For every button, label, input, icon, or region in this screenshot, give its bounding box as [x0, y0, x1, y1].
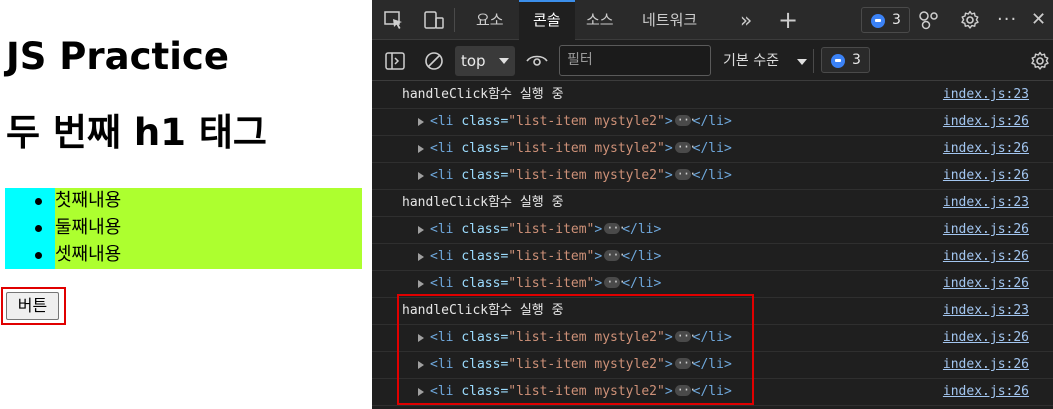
bullet-icon [35, 198, 42, 205]
expand-triangle-icon[interactable] [418, 172, 424, 180]
issues-badge[interactable]: 3 [861, 7, 910, 33]
element-class-value: "list-item mystyle2" [508, 168, 665, 183]
source-link[interactable]: index.js:26 [943, 244, 1029, 270]
list-item-text: 첫째내용 [55, 190, 122, 211]
console-element-node[interactable]: <li class="list-item mystyle2"></li> [430, 107, 732, 135]
console-settings-gear-icon[interactable] [1030, 51, 1050, 71]
page-heading-1: JS Practice [6, 35, 229, 78]
source-link[interactable]: index.js:26 [943, 379, 1029, 405]
list-item: 첫째내용 [5, 188, 362, 215]
filter-issues-count: 3 [852, 52, 861, 68]
element-class-value: "list-item mystyle2" [508, 141, 665, 156]
expand-triangle-icon[interactable] [418, 280, 424, 288]
chevron-down-icon [499, 58, 509, 64]
tab-sources[interactable]: 소스 [586, 0, 614, 40]
source-link[interactable]: index.js:26 [943, 217, 1029, 243]
context-select-value: top [461, 52, 486, 70]
console-log-message: handleClick함수 실행 중 [402, 195, 564, 210]
source-link[interactable]: index.js:23 [943, 82, 1029, 108]
console-element-node[interactable]: <li class="list-item"></li> [430, 242, 661, 270]
console-element-row: <li class="list-item mystyle2"></li> inde… [372, 161, 1053, 190]
devtools-tabbar: 요소 콘솔 소스 네트워크 » + 3 ··· ✕ [372, 0, 1053, 40]
element-class-value: "list-item" [508, 249, 595, 264]
collapsed-children-icon[interactable] [674, 134, 695, 160]
add-tab-icon[interactable]: + [778, 0, 798, 40]
more-tabs-icon[interactable]: » [740, 0, 752, 40]
filter-input[interactable]: 필터 [559, 45, 711, 76]
console-element-row: <li class="list-item"></li> index.js:26 [372, 215, 1053, 244]
expand-triangle-icon[interactable] [418, 253, 424, 261]
tab-network[interactable]: 네트워크 [642, 0, 697, 40]
console-log-row: handleClick함수 실행 중 index.js:23 [372, 82, 1053, 109]
console-filter-bar: top 필터 기본 수준 3 [372, 41, 1053, 81]
log-level-label: 기본 수준 [723, 53, 779, 69]
collapsed-children-icon[interactable] [674, 107, 695, 133]
clear-console-icon[interactable] [424, 51, 444, 71]
list-item-text: 둘째내용 [55, 217, 122, 238]
console-element-node[interactable]: <li class="list-item mystyle2"></li> [430, 134, 732, 162]
performance-insights-icon[interactable] [918, 10, 940, 30]
tab-elements[interactable]: 요소 [476, 0, 504, 40]
bullet-icon [35, 252, 42, 259]
console-log-row: handleClick함수 실행 중 index.js:23 [372, 190, 1053, 217]
element-class-value: "list-item mystyle2" [508, 114, 665, 129]
list-item: 둘째내용 [5, 215, 362, 242]
device-emulation-icon[interactable] [424, 10, 444, 30]
source-link[interactable]: index.js:26 [943, 325, 1029, 351]
element-class-value: "list-item" [508, 276, 595, 291]
collapsed-children-icon[interactable] [604, 242, 625, 268]
tab-console[interactable]: 콘솔 [519, 0, 575, 40]
collapsed-children-icon[interactable] [604, 269, 625, 295]
collapsed-children-icon[interactable] [674, 161, 695, 187]
page-button[interactable]: 버튼 [6, 292, 59, 320]
more-options-icon[interactable]: ··· [997, 0, 1017, 40]
expand-triangle-icon[interactable] [418, 145, 424, 153]
button-highlight-box: 버튼 [1, 287, 66, 325]
source-link[interactable]: index.js:26 [943, 109, 1029, 135]
log-level-select[interactable]: 기본 수준 [723, 41, 807, 81]
inspect-element-icon[interactable] [384, 11, 404, 30]
list-item-text: 셋째내용 [55, 244, 122, 265]
expand-triangle-icon[interactable] [418, 226, 424, 234]
source-link[interactable]: index.js:26 [943, 136, 1029, 162]
source-link[interactable]: index.js:23 [943, 298, 1029, 324]
console-element-row: <li class="list-item"></li> index.js:26 [372, 242, 1053, 271]
live-expression-eye-icon[interactable] [526, 53, 548, 69]
expand-triangle-icon[interactable] [418, 118, 424, 126]
console-element-row: <li class="list-item mystyle2"></li> inde… [372, 107, 1053, 136]
chevron-down-icon [797, 59, 807, 65]
issues-icon [831, 54, 845, 68]
element-class-value: "list-item" [508, 222, 595, 237]
source-link[interactable]: index.js:26 [943, 271, 1029, 297]
devtools-panel: 요소 콘솔 소스 네트워크 » + 3 ··· ✕ top 필터 기본 수준 3… [372, 0, 1053, 409]
source-link[interactable]: index.js:26 [943, 163, 1029, 189]
settings-gear-icon[interactable] [960, 10, 980, 30]
page-heading-2: 두 번째 h1 태그 [6, 111, 267, 154]
toolbar-divider [813, 49, 814, 73]
issues-icon [871, 14, 885, 28]
console-log-message: handleClick함수 실행 중 [402, 87, 564, 102]
bullet-icon [35, 225, 42, 232]
toolbar-divider [454, 8, 455, 32]
close-icon[interactable]: ✕ [1031, 0, 1046, 40]
filter-issues-badge[interactable]: 3 [821, 47, 870, 73]
source-link[interactable]: index.js:23 [943, 190, 1029, 216]
context-select[interactable]: top [455, 46, 515, 76]
web-page: JS Practice 두 번째 h1 태그 첫째내용 둘째내용 셋째내용 버튼 [0, 0, 372, 409]
annotation-highlight-box [397, 294, 754, 405]
source-link[interactable]: index.js:26 [943, 352, 1029, 378]
issues-count: 3 [892, 12, 901, 28]
console-element-node[interactable]: <li class="list-item mystyle2"></li> [430, 161, 732, 189]
list-item: 셋째내용 [5, 242, 362, 269]
collapsed-children-icon[interactable] [604, 215, 625, 241]
console-element-row: <li class="list-item mystyle2"></li> inde… [372, 134, 1053, 163]
item-list: 첫째내용 둘째내용 셋째내용 [5, 188, 362, 269]
console-element-node[interactable]: <li class="list-item"></li> [430, 215, 661, 243]
sidebar-toggle-icon[interactable] [385, 52, 405, 70]
